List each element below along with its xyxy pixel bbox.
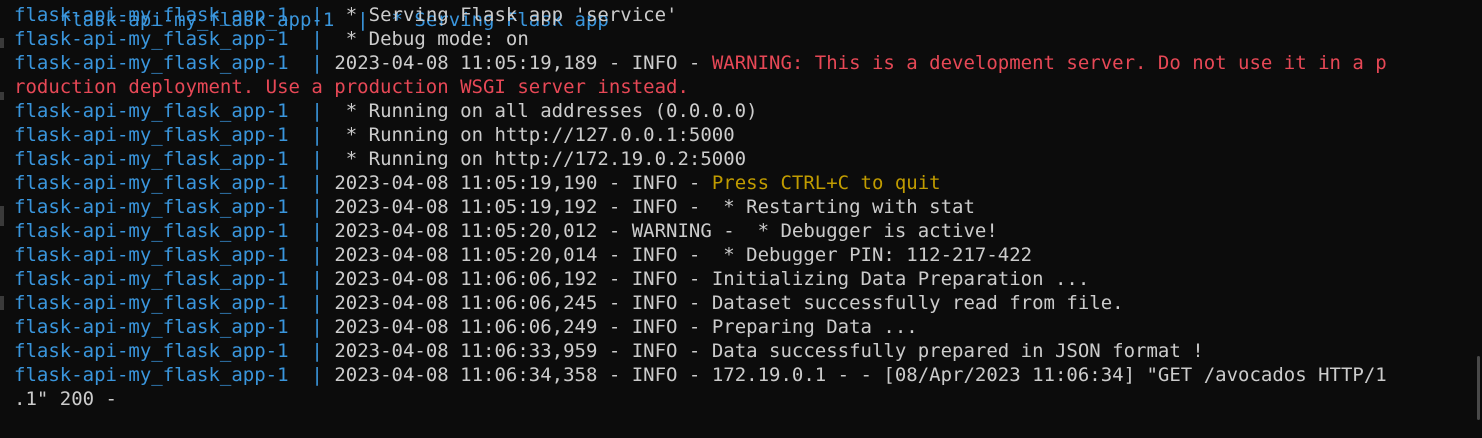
log-line: flask-api-my_flask_app-1 | 2023-04-08 11…	[14, 363, 1482, 387]
log-line: flask-api-my_flask_app-1 | 2023-04-08 11…	[14, 315, 1482, 339]
separator: |	[288, 340, 335, 362]
log-message: * Running on http://127.0.0.1:5000	[345, 124, 735, 146]
log-line: flask-api-my_flask_app-1 | * Debug mode:…	[14, 27, 1482, 51]
log-message: Data successfully prepared in JSON forma…	[711, 340, 1204, 362]
log-line: flask-api-my_flask_app-1 | 2023-04-08 11…	[14, 243, 1482, 267]
container-name: flask-api-my_flask_app-1	[14, 364, 289, 386]
container-name: flask-api-my_flask_app-1	[14, 148, 289, 170]
log-message: Preparing Data ...	[711, 316, 918, 338]
log-output: flask-api-my_flask_app-1 | * Serving Fla…	[14, 3, 1482, 411]
log-line: flask-api-my_flask_app-1 | * Running on …	[14, 99, 1482, 123]
log-prefix: 2023-04-08 11:06:34,358 - INFO -	[334, 364, 712, 386]
log-message: Initializing Data Preparation ...	[711, 268, 1090, 290]
log-line: flask-api-my_flask_app-1 | 2023-04-08 11…	[14, 267, 1482, 291]
log-line: flask-api-my_flask_app-1 | 2023-04-08 11…	[14, 339, 1482, 363]
left-edge-marker	[0, 38, 4, 48]
left-edge-marker	[0, 92, 4, 100]
log-line: flask-api-my_flask_app-1 | 2023-04-08 11…	[14, 171, 1482, 195]
log-prefix: 2023-04-08 11:06:06,245 - INFO -	[334, 292, 712, 314]
log-line: flask-api-my_flask_app-1 | 2023-04-08 11…	[14, 195, 1482, 219]
left-edge-marker	[0, 296, 4, 310]
log-message: * Restarting with stat	[711, 196, 975, 218]
separator: |	[288, 220, 335, 242]
log-message: 172.19.0.1 - - [08/Apr/2023 11:06:34] "G…	[711, 364, 1387, 386]
container-name: flask-api-my_flask_app-1	[14, 220, 289, 242]
log-message: * Debugger PIN: 112-217-422	[711, 244, 1033, 266]
log-line: flask-api-my_flask_app-1 | 2023-04-08 11…	[14, 291, 1482, 315]
log-message: Dataset successfully read from file.	[711, 292, 1124, 314]
log-prefix: 2023-04-08 11:05:20,014 - INFO -	[334, 244, 712, 266]
log-line: flask-api-my_flask_app-1 | * Running on …	[14, 147, 1482, 171]
container-name: flask-api-my_flask_app-1	[14, 4, 289, 26]
left-edge-marker	[0, 206, 4, 226]
log-line: flask-api-my_flask_app-1 | * Running on …	[14, 123, 1482, 147]
log-line: flask-api-my_flask_app-1 | * Serving Fla…	[14, 3, 1482, 27]
separator: |	[288, 4, 346, 26]
container-name: flask-api-my_flask_app-1	[14, 124, 289, 146]
separator: |	[288, 172, 335, 194]
container-name: flask-api-my_flask_app-1	[14, 172, 289, 194]
log-message: .1" 200 -	[14, 388, 117, 410]
log-message: * Serving Flask app 'service'	[345, 4, 678, 26]
separator: |	[288, 364, 335, 386]
log-line: .1" 200 -	[14, 387, 1482, 411]
log-line: flask-api-my_flask_app-1 | 2023-04-08 11…	[14, 51, 1482, 75]
container-name: flask-api-my_flask_app-1	[14, 316, 289, 338]
log-prefix: 2023-04-08 11:06:06,192 - INFO -	[334, 268, 712, 290]
log-message: * Running on http://172.19.0.2:5000	[345, 148, 747, 170]
log-prefix: 2023-04-08 11:05:20,012 - WARNING -	[334, 220, 747, 242]
terminal-window[interactable]: flask-api-my_flask_app-1 | * Serving Fla…	[0, 0, 1482, 438]
container-name: flask-api-my_flask_app-1	[14, 244, 289, 266]
log-message: roduction deployment. Use a production W…	[14, 76, 689, 98]
separator: |	[288, 100, 346, 122]
container-name: flask-api-my_flask_app-1	[14, 52, 289, 74]
log-prefix: 2023-04-08 11:05:19,190 - INFO -	[334, 172, 712, 194]
scrollbar[interactable]	[1477, 356, 1480, 420]
separator: |	[288, 268, 335, 290]
separator: |	[288, 52, 335, 74]
separator: |	[288, 124, 346, 146]
separator: |	[288, 244, 335, 266]
separator: |	[288, 292, 335, 314]
log-prefix: 2023-04-08 11:05:19,189 - INFO -	[334, 52, 712, 74]
separator: |	[288, 316, 335, 338]
log-prefix: 2023-04-08 11:06:06,249 - INFO -	[334, 316, 712, 338]
log-line: roduction deployment. Use a production W…	[14, 75, 1482, 99]
log-message: Press CTRL+C to quit	[711, 172, 941, 194]
log-prefix: 2023-04-08 11:06:33,959 - INFO -	[334, 340, 712, 362]
log-message: * Debug mode: on	[345, 28, 529, 50]
separator: |	[288, 196, 335, 218]
container-name: flask-api-my_flask_app-1	[14, 340, 289, 362]
log-message: * Debugger is active!	[746, 220, 998, 242]
log-message: * Running on all addresses (0.0.0.0)	[345, 100, 758, 122]
log-line: flask-api-my_flask_app-1 | 2023-04-08 11…	[14, 219, 1482, 243]
separator: |	[288, 148, 346, 170]
separator: |	[288, 28, 346, 50]
log-prefix: 2023-04-08 11:05:19,192 - INFO -	[334, 196, 712, 218]
container-name: flask-api-my_flask_app-1	[14, 196, 289, 218]
container-name: flask-api-my_flask_app-1	[14, 28, 289, 50]
container-name: flask-api-my_flask_app-1	[14, 268, 289, 290]
container-name: flask-api-my_flask_app-1	[14, 292, 289, 314]
log-message: WARNING: This is a development server. D…	[711, 52, 1387, 74]
container-name: flask-api-my_flask_app-1	[14, 100, 289, 122]
